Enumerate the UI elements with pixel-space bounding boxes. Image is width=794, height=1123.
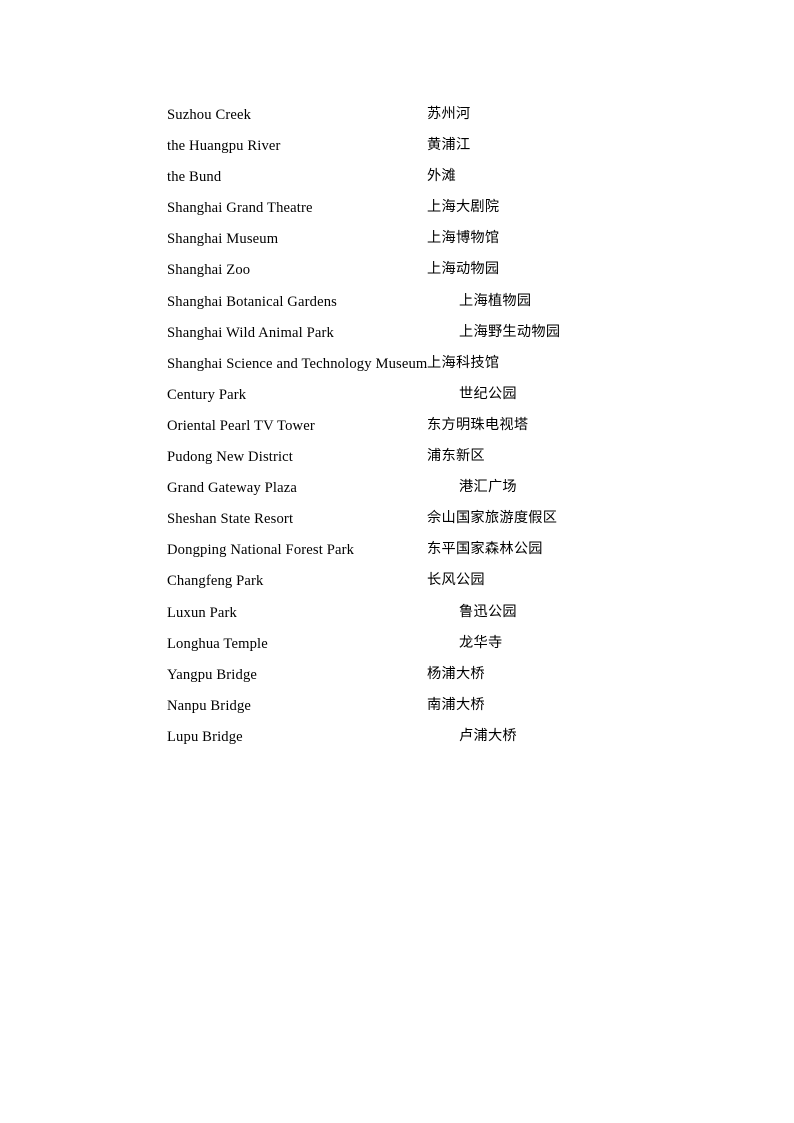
term-english: Nanpu Bridge — [167, 697, 252, 714]
term-row: Longhua Temple 龙华寺 — [167, 628, 687, 659]
term-chinese: 杨浦大桥 — [427, 665, 485, 682]
term-row: Grand Gateway Plaza 港汇广场 — [167, 472, 687, 503]
term-row: Changfeng Park 长风公园 — [167, 565, 687, 596]
term-row: Shanghai Wild Animal Park 上海野生动物园 — [167, 317, 687, 348]
term-row: Shanghai Science and Technology Museum 上海… — [167, 348, 687, 379]
term-row: Shanghai Museum 上海博物馆 — [167, 223, 687, 254]
term-english: Lupu Bridge — [167, 728, 243, 745]
term-row: Sheshan State Resort 佘山国家旅游度假区 — [167, 503, 687, 534]
term-english: Luxun Park — [167, 604, 237, 621]
term-chinese: 上海野生动物园 — [459, 323, 561, 340]
term-english: Shanghai Botanical Gardens — [167, 293, 337, 310]
term-english: Shanghai Museum — [167, 231, 279, 248]
term-english: Grand Gateway Plaza — [167, 480, 298, 497]
term-english: the Bund — [167, 169, 222, 186]
term-chinese: 浦东新区 — [427, 448, 485, 465]
term-english: Shanghai Zoo — [167, 262, 251, 279]
term-chinese: 上海植物园 — [459, 292, 532, 309]
term-chinese: 南浦大桥 — [427, 696, 485, 713]
term-english: Changfeng Park — [167, 573, 264, 590]
term-chinese: 苏州河 — [427, 106, 471, 122]
term-row: Oriental Pearl TV Tower 东方明珠电视塔 — [167, 410, 687, 441]
term-english: Shanghai Science and Technology Museum — [167, 355, 428, 372]
term-english: Century Park — [167, 386, 247, 403]
term-chinese: 黄浦江 — [427, 137, 471, 154]
term-chinese: 东方明珠电视塔 — [427, 416, 529, 433]
term-english: Shanghai Wild Animal Park — [167, 324, 334, 341]
term-chinese: 上海大剧院 — [427, 199, 500, 216]
term-chinese: 卢浦大桥 — [459, 727, 517, 744]
term-row: the Bund 外滩 — [167, 161, 687, 192]
term-chinese: 上海动物园 — [427, 261, 500, 278]
term-chinese: 龙华寺 — [459, 634, 503, 651]
term-english: the Huangpu River — [167, 138, 281, 155]
term-chinese: 上海科技馆 — [427, 354, 500, 371]
term-english: Oriental Pearl TV Tower — [167, 417, 315, 434]
term-row: Yangpu Bridge 杨浦大桥 — [167, 659, 687, 690]
term-row: Nanpu Bridge 南浦大桥 — [167, 690, 687, 721]
term-chinese: 世纪公园 — [459, 385, 517, 402]
term-chinese: 上海博物馆 — [427, 230, 500, 247]
term-chinese: 佘山国家旅游度假区 — [427, 510, 558, 527]
term-row: Dongping National Forest Park 东平国家森林公园 — [167, 534, 687, 565]
term-english: Yangpu Bridge — [167, 666, 258, 683]
document-page: Suzhou Creek 苏州河 the Huangpu River 黄浦江 the B… — [0, 0, 794, 1123]
term-row: Pudong New District 浦东新区 — [167, 441, 687, 472]
term-english: Sheshan State Resort — [167, 511, 294, 528]
term-row: Shanghai Zoo 上海动物园 — [167, 254, 687, 285]
term-row: Suzhou Creek 苏州河 — [167, 99, 687, 130]
term-row: Shanghai Grand Theatre 上海大剧院 — [167, 192, 687, 223]
term-row: Lupu Bridge 卢浦大桥 — [167, 721, 687, 752]
term-row: Century Park 世纪公园 — [167, 379, 687, 410]
bilingual-term-list: Suzhou Creek 苏州河 the Huangpu River 黄浦江 the B… — [167, 99, 687, 752]
term-chinese: 东平国家森林公园 — [427, 541, 543, 558]
term-row: Luxun Park 鲁迅公园 — [167, 597, 687, 628]
term-chinese: 外滩 — [427, 168, 456, 185]
term-english: Pudong New District — [167, 449, 294, 466]
term-chinese: 长风公园 — [427, 572, 485, 589]
term-chinese: 鲁迅公园 — [459, 603, 517, 620]
term-row: Shanghai Botanical Gardens 上海植物园 — [167, 286, 687, 317]
term-english: Longhua Temple — [167, 635, 268, 652]
term-chinese: 港汇广场 — [459, 479, 517, 496]
term-row: the Huangpu River 黄浦江 — [167, 130, 687, 161]
term-english: Dongping National Forest Park — [167, 542, 355, 559]
term-english: Shanghai Grand Theatre — [167, 200, 313, 217]
term-english: Suzhou Creek — [167, 107, 252, 123]
